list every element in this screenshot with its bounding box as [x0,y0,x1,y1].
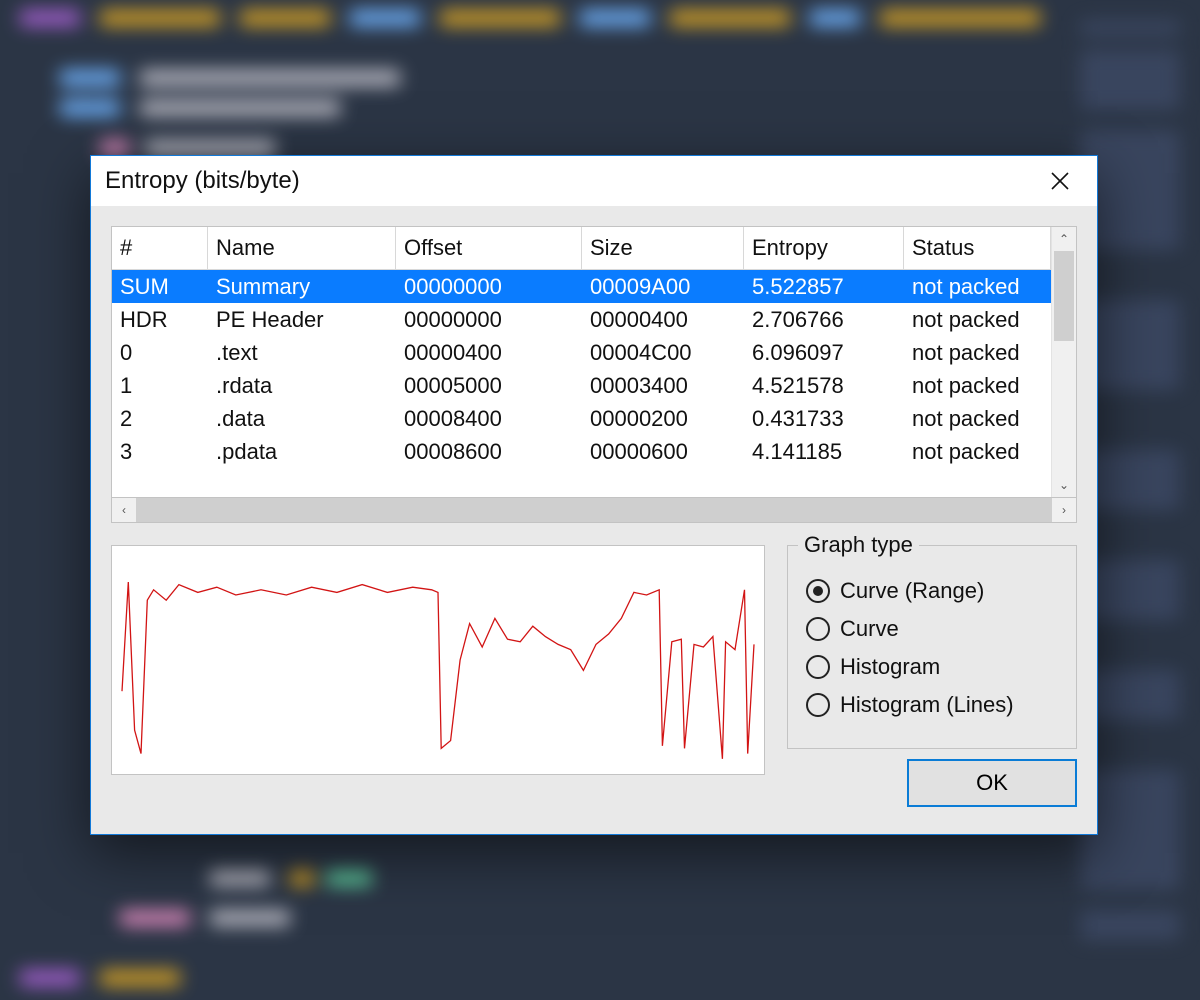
cell-offset: 00005000 [396,373,582,399]
dialog-title: Entropy (bits/byte) [105,167,1037,195]
radio-icon [806,579,830,603]
col-header-offset[interactable]: Offset [396,227,582,269]
scroll-down-icon[interactable]: ⌄ [1052,473,1076,497]
cell-size: 00000600 [582,439,744,465]
dialog-titlebar[interactable]: Entropy (bits/byte) [91,156,1097,206]
cell-entropy: 6.096097 [744,340,904,366]
cell-offset: 00000400 [396,340,582,366]
cell-offset: 00000000 [396,274,582,300]
radio-label: Curve (Range) [840,578,984,604]
col-header-entropy[interactable]: Entropy [744,227,904,269]
radio-icon [806,617,830,641]
cell-entropy: 5.522857 [744,274,904,300]
cell-entropy: 4.521578 [744,373,904,399]
col-header-index[interactable]: # [112,227,208,269]
table-row[interactable]: 2.data00008400000002000.431733not packed [112,402,1051,435]
cell-name: Summary [208,274,396,300]
table-row[interactable]: 1.rdata00005000000034004.521578not packe… [112,369,1051,402]
scroll-right-icon[interactable]: › [1052,498,1076,522]
radio-label: Curve [840,616,899,642]
cell-status: not packed [904,340,1051,366]
table-row[interactable]: SUMSummary0000000000009A005.522857not pa… [112,270,1051,303]
cell-offset: 00000000 [396,307,582,333]
table-row[interactable]: 3.pdata00008600000006004.141185not packe… [112,435,1051,468]
close-icon [1051,172,1069,190]
ok-button[interactable]: OK [907,759,1077,807]
col-header-size[interactable]: Size [582,227,744,269]
table-header[interactable]: # Name Offset Size Entropy Status [112,227,1051,270]
col-header-status[interactable]: Status [904,227,1051,269]
entropy-chart [111,545,765,775]
cell-offset: 00008600 [396,439,582,465]
cell-entropy: 4.141185 [744,439,904,465]
cell-entropy: 0.431733 [744,406,904,432]
cell-size: 00003400 [582,373,744,399]
radio-icon [806,655,830,679]
graph-type-radio[interactable]: Curve (Range) [806,578,1058,604]
graph-type-legend: Graph type [798,532,919,558]
close-button[interactable] [1037,156,1083,206]
radio-label: Histogram (Lines) [840,692,1014,718]
cell-name: PE Header [208,307,396,333]
cell-name: .rdata [208,373,396,399]
cell-name: .data [208,406,396,432]
cell-size: 00000400 [582,307,744,333]
cell-id: 0 [112,340,208,366]
scroll-left-icon[interactable]: ‹ [112,498,136,522]
cell-status: not packed [904,274,1051,300]
graph-type-group: Graph type Curve (Range)CurveHistogramHi… [787,545,1077,749]
cell-entropy: 2.706766 [744,307,904,333]
cell-size: 00000200 [582,406,744,432]
table-row[interactable]: 0.text0000040000004C006.096097not packed [112,336,1051,369]
cell-name: .pdata [208,439,396,465]
radio-icon [806,693,830,717]
graph-type-radio[interactable]: Histogram [806,654,1058,680]
cell-status: not packed [904,439,1051,465]
cell-size: 00004C00 [582,340,744,366]
sections-table[interactable]: # Name Offset Size Entropy Status SUMSum… [111,226,1077,498]
graph-type-radio[interactable]: Curve [806,616,1058,642]
scroll-thumb[interactable] [1054,251,1074,341]
cell-id: HDR [112,307,208,333]
table-vertical-scrollbar[interactable]: ⌃ ⌄ [1051,227,1076,497]
cell-id: 2 [112,406,208,432]
cell-size: 00009A00 [582,274,744,300]
table-horizontal-scrollbar[interactable]: ‹ › [111,498,1077,523]
cell-id: 3 [112,439,208,465]
cell-id: 1 [112,373,208,399]
cell-status: not packed [904,406,1051,432]
radio-label: Histogram [840,654,940,680]
entropy-dialog: Entropy (bits/byte) # Name Offset Size E… [90,155,1098,835]
cell-id: SUM [112,274,208,300]
hscroll-thumb[interactable] [136,498,1052,522]
cell-status: not packed [904,373,1051,399]
col-header-name[interactable]: Name [208,227,396,269]
cell-name: .text [208,340,396,366]
cell-status: not packed [904,307,1051,333]
table-row[interactable]: HDRPE Header00000000000004002.706766not … [112,303,1051,336]
cell-offset: 00008400 [396,406,582,432]
scroll-up-icon[interactable]: ⌃ [1052,227,1076,251]
graph-type-radio[interactable]: Histogram (Lines) [806,692,1058,718]
